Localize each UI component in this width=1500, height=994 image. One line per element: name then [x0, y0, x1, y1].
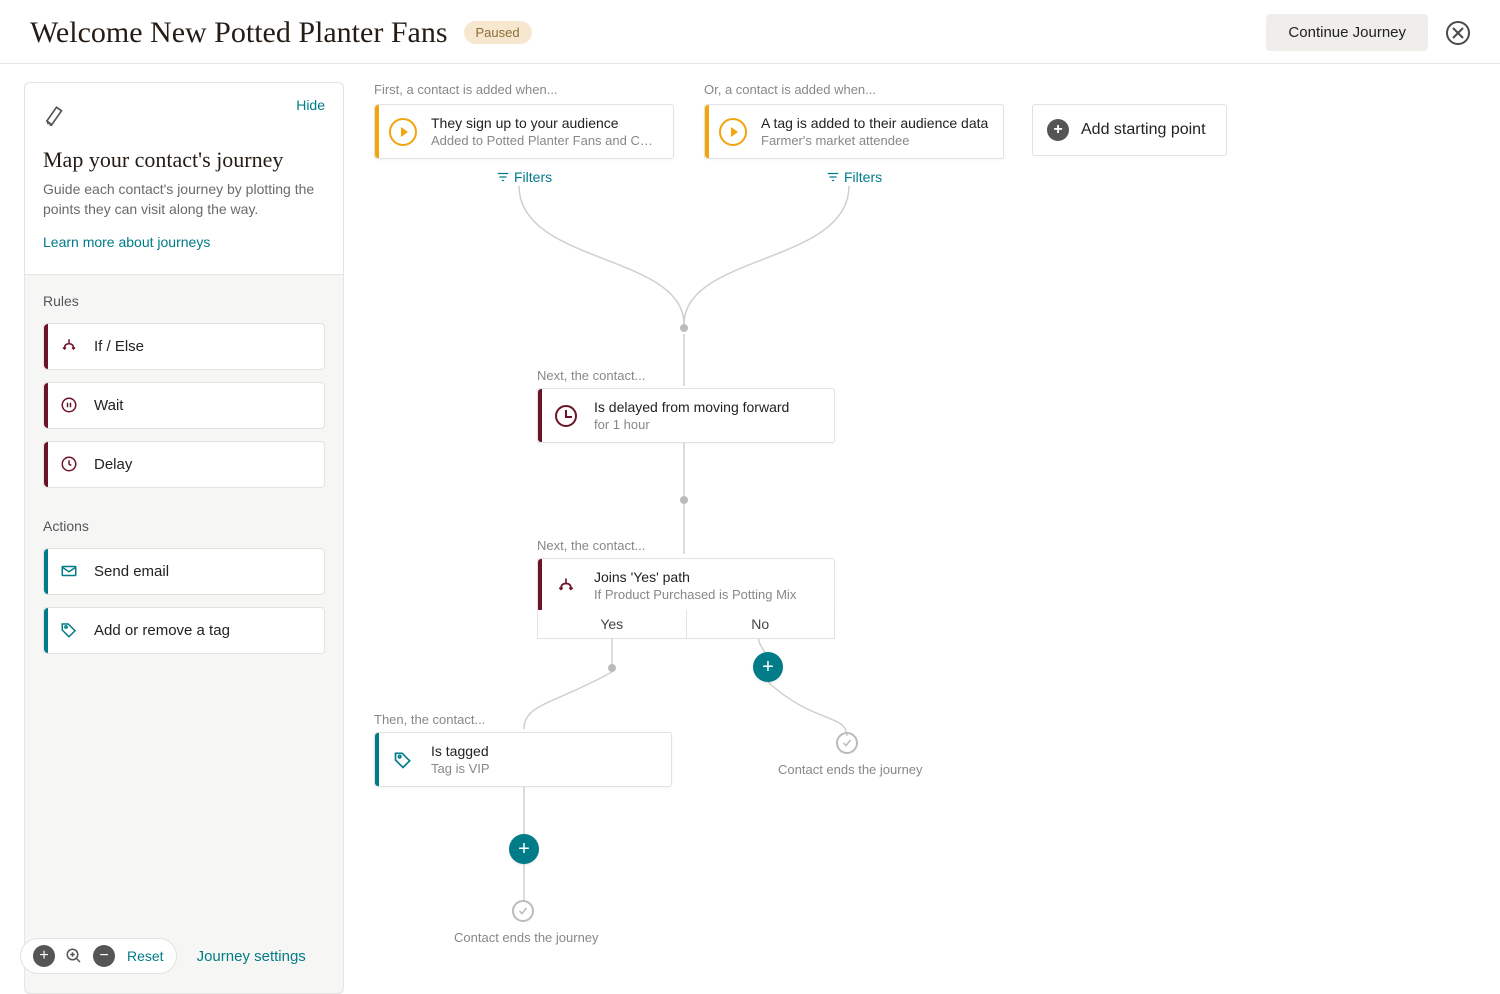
ends-journey-right: Contact ends the journey [778, 762, 923, 777]
bottom-controls: + − Reset Journey settings [20, 938, 306, 974]
connector-dot [680, 324, 688, 332]
next-label-2: Next, the contact... [537, 538, 645, 553]
branch-yes[interactable]: Yes [538, 610, 687, 638]
connector-dot [608, 664, 616, 672]
start-label-or: Or, a contact is added when... [704, 82, 876, 97]
start-label-first: First, a contact is added when... [374, 82, 558, 97]
card-title: Is tagged [431, 743, 657, 759]
play-icon [389, 118, 417, 146]
add-starting-point-button[interactable]: + Add starting point [1032, 104, 1227, 156]
sidebar-panel: Hide Map your contact's journey Guide ea… [24, 82, 344, 994]
ends-journey-left: Contact ends the journey [454, 930, 599, 945]
filters-link-2[interactable]: Filters [826, 169, 882, 185]
branch-no[interactable]: No [687, 610, 835, 638]
connector-dot [680, 496, 688, 504]
close-icon[interactable] [1446, 21, 1470, 45]
reset-view-link[interactable]: Reset [127, 948, 164, 964]
tag-icon [60, 621, 78, 639]
rule-label: Wait [94, 397, 123, 414]
card-subtitle: Farmer's market attendee [761, 133, 989, 148]
zoom-in-icon[interactable] [63, 945, 85, 967]
continue-journey-button[interactable]: Continue Journey [1266, 14, 1428, 51]
if-else-card[interactable]: Joins 'Yes' path If Product Purchased is… [537, 558, 835, 613]
sidebar-subtext: Guide each contact's journey by plotting… [43, 179, 325, 220]
status-badge: Paused [464, 21, 532, 44]
rule-if-else[interactable]: If / Else [43, 323, 325, 370]
play-icon [719, 118, 747, 146]
card-title: They sign up to your audience [431, 115, 659, 131]
end-check-icon [512, 900, 534, 922]
clock-icon [555, 405, 577, 427]
if-else-icon [60, 337, 78, 355]
card-subtitle: Tag is VIP [431, 761, 657, 776]
email-icon [60, 562, 78, 580]
filters-link-1[interactable]: Filters [496, 169, 552, 185]
rule-wait[interactable]: Wait [43, 382, 325, 429]
plus-icon: + [1047, 119, 1069, 141]
add-start-label: Add starting point [1081, 121, 1206, 139]
learn-more-link[interactable]: Learn more about journeys [43, 234, 210, 250]
rule-delay[interactable]: Delay [43, 441, 325, 488]
branch-icon [538, 559, 594, 612]
action-send-email[interactable]: Send email [43, 548, 325, 595]
pencil-icon [40, 99, 71, 135]
hide-sidebar-link[interactable]: Hide [296, 97, 325, 113]
rules-section-label: Rules [25, 275, 343, 323]
card-title: Joins 'Yes' path [594, 569, 820, 585]
action-add-remove-tag[interactable]: Add or remove a tag [43, 607, 325, 654]
then-label: Then, the contact... [374, 712, 485, 727]
branch-bar: Yes No [537, 610, 835, 639]
starting-point-card-tag[interactable]: A tag is added to their audience data Fa… [704, 104, 1004, 159]
tag-icon [375, 733, 431, 786]
card-subtitle: Added to Potted Planter Fans and Custo..… [431, 133, 659, 148]
tagged-card[interactable]: Is tagged Tag is VIP [374, 732, 672, 787]
zoom-out-button[interactable]: − [93, 945, 115, 967]
end-check-icon [836, 732, 858, 754]
sidebar-heading: Map your contact's journey [43, 147, 325, 173]
rule-label: If / Else [94, 338, 144, 355]
action-label: Add or remove a tag [94, 622, 230, 639]
rule-label: Delay [94, 456, 132, 473]
actions-section-label: Actions [25, 500, 343, 548]
card-title: A tag is added to their audience data [761, 115, 989, 131]
next-label-1: Next, the contact... [537, 368, 645, 383]
journey-canvas[interactable]: First, a contact is added when... Or, a … [344, 64, 1500, 994]
card-subtitle: for 1 hour [594, 417, 820, 432]
add-step-node-yes[interactable]: + [509, 834, 539, 864]
action-label: Send email [94, 563, 169, 580]
journey-title: Welcome New Potted Planter Fans [30, 16, 448, 50]
card-title: Is delayed from moving forward [594, 399, 820, 415]
add-step-node-no[interactable]: + [753, 652, 783, 682]
page-header: Welcome New Potted Planter Fans Paused C… [0, 0, 1500, 64]
journey-settings-link[interactable]: Journey settings [197, 948, 306, 965]
card-subtitle: If Product Purchased is Potting Mix [594, 587, 820, 602]
starting-point-card-signup[interactable]: They sign up to your audience Added to P… [374, 104, 674, 159]
delay-card[interactable]: Is delayed from moving forward for 1 hou… [537, 388, 835, 443]
wait-icon [60, 396, 78, 414]
zoom-fit-button[interactable]: + [33, 945, 55, 967]
delay-icon [60, 455, 78, 473]
